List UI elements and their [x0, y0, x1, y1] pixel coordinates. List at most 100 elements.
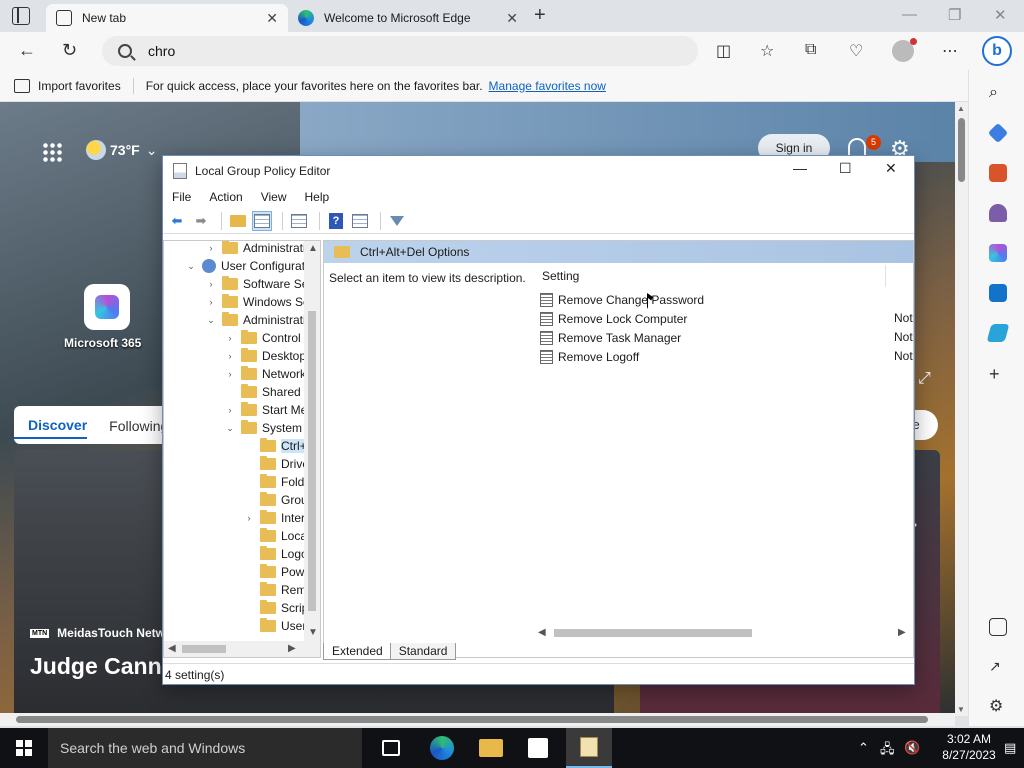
- show-hidden-icons-chevron-icon[interactable]: ⌃: [858, 740, 869, 756]
- tree-node[interactable]: › Windows Sett: [206, 293, 316, 311]
- policy-setting-row[interactable]: Remove Lock Computer: [540, 309, 687, 328]
- policy-setting-row[interactable]: Remove Task Manager: [540, 328, 681, 347]
- filter-button[interactable]: [387, 211, 407, 231]
- address-input-value[interactable]: chro: [148, 43, 175, 59]
- split-screen-icon[interactable]: ◫: [716, 41, 731, 61]
- scrollbar-thumb[interactable]: [308, 311, 316, 611]
- column-header-setting[interactable]: Setting: [536, 265, 886, 287]
- show-hide-tree-button[interactable]: [252, 210, 272, 231]
- tab-welcome-edge[interactable]: Welcome to Microsoft Edge ✕: [288, 4, 528, 32]
- forward-arrow-icon[interactable]: ➡: [191, 211, 211, 231]
- network-icon[interactable]: 🖧: [880, 740, 895, 762]
- file-explorer-icon[interactable]: [479, 739, 503, 757]
- more-options-icon[interactable]: ⋯: [942, 41, 958, 61]
- action-center-icon[interactable]: ▤: [1004, 740, 1016, 756]
- collapse-chevron-icon[interactable]: ⌄: [225, 423, 235, 434]
- browser-essentials-icon[interactable]: ♡: [849, 41, 863, 61]
- tree-node[interactable]: › Software Setti: [206, 275, 318, 293]
- expand-chevron-icon[interactable]: ›: [225, 333, 235, 343]
- details-horizontal-scrollbar[interactable]: ◀ ▶: [536, 625, 912, 641]
- scroll-up-icon[interactable]: ▲: [957, 104, 965, 113]
- export-list-button[interactable]: [289, 211, 309, 231]
- favorites-star-icon[interactable]: ☆: [760, 41, 774, 61]
- restore-window-icon[interactable]: ❐: [948, 6, 961, 24]
- menu-view[interactable]: View: [252, 190, 296, 204]
- drop-send-icon[interactable]: [986, 324, 1010, 342]
- column-header-state[interactable]: [886, 265, 913, 287]
- scroll-left-icon[interactable]: ◀: [168, 643, 176, 654]
- expand-chevron-icon[interactable]: ›: [206, 297, 216, 307]
- edge-taskbar-icon[interactable]: [430, 736, 454, 760]
- expand-icon[interactable]: ⤢: [918, 370, 931, 388]
- expand-chevron-icon[interactable]: ›: [225, 369, 235, 379]
- tab-new-tab[interactable]: New tab ✕: [46, 4, 288, 32]
- close-tab-icon[interactable]: ✕: [506, 10, 518, 27]
- microsoft-365-icon[interactable]: [989, 244, 1007, 262]
- expand-chevron-icon[interactable]: ›: [244, 513, 254, 523]
- tree-node[interactable]: › Desktop: [225, 347, 306, 365]
- collapse-chevron-icon[interactable]: ⌄: [186, 261, 196, 272]
- close-tab-icon[interactable]: ✕: [266, 10, 278, 27]
- import-favorites-button[interactable]: Import favorites: [0, 78, 121, 93]
- tree-node[interactable]: › Administrativ: [206, 241, 312, 257]
- back-arrow-icon[interactable]: ←: [18, 40, 36, 61]
- sidebar-toggle-icon[interactable]: [989, 618, 1007, 636]
- collapse-chevron-icon[interactable]: ⌄: [206, 315, 216, 326]
- games-icon[interactable]: [989, 204, 1007, 222]
- window-title-bar[interactable]: Local Group Policy Editor — ☐ ✕: [163, 156, 914, 186]
- tab-discover[interactable]: Discover: [14, 417, 88, 439]
- quick-link-microsoft-365[interactable]: [84, 284, 130, 330]
- volume-muted-icon[interactable]: 🔇: [904, 740, 920, 756]
- gpedit-taskbar-button[interactable]: [566, 728, 612, 768]
- weather-widget[interactable]: 73°F ⌄: [86, 140, 157, 160]
- up-folder-button[interactable]: [228, 211, 248, 231]
- scroll-down-icon[interactable]: ▼: [957, 705, 965, 714]
- maximize-icon[interactable]: ☐: [839, 160, 852, 177]
- expand-chevron-icon[interactable]: ›: [206, 279, 216, 289]
- expand-chevron-icon[interactable]: ›: [206, 243, 216, 253]
- scrollbar-thumb[interactable]: [16, 716, 928, 723]
- tree-node[interactable]: ⌄ System: [225, 419, 302, 437]
- profile-avatar[interactable]: [892, 38, 917, 62]
- address-bar[interactable]: chro: [102, 36, 698, 66]
- microsoft-store-icon[interactable]: [528, 738, 548, 758]
- tree-node[interactable]: ⌄ User Configuratio: [186, 257, 314, 275]
- close-window-icon[interactable]: ✕: [994, 6, 1007, 24]
- outlook-icon[interactable]: [989, 284, 1007, 302]
- taskbar-search-box[interactable]: Search the web and Windows: [48, 728, 362, 768]
- scroll-left-icon[interactable]: ◀: [538, 627, 546, 638]
- new-tab-button[interactable]: +: [534, 4, 546, 27]
- tree-horizontal-scrollbar[interactable]: ◀ ▶: [164, 641, 320, 657]
- collections-icon[interactable]: ⧉: [805, 41, 816, 59]
- open-external-icon[interactable]: ↗: [989, 658, 1007, 676]
- tree-vertical-scrollbar[interactable]: ▲ ▼: [304, 241, 320, 641]
- tab-following[interactable]: Following: [109, 418, 168, 434]
- windows-start-icon[interactable]: [16, 740, 32, 756]
- page-vertical-scrollbar[interactable]: ▲ ▼: [955, 102, 968, 716]
- system-clock[interactable]: 3:02 AM 8/27/2023: [938, 731, 1000, 763]
- scrollbar-thumb[interactable]: [958, 118, 965, 182]
- tools-briefcase-icon[interactable]: [989, 164, 1007, 182]
- expand-chevron-icon[interactable]: ›: [225, 405, 235, 415]
- refresh-icon[interactable]: ↻: [62, 40, 77, 61]
- search-icon[interactable]: ⌕: [989, 84, 1007, 102]
- close-icon[interactable]: ✕: [885, 160, 897, 177]
- menu-file[interactable]: File: [163, 190, 200, 204]
- help-button[interactable]: ?: [326, 211, 346, 231]
- minimize-icon[interactable]: —: [793, 160, 807, 176]
- sidebar-settings-gear-icon[interactable]: ⚙: [989, 696, 1007, 715]
- scrollbar-thumb[interactable]: [182, 645, 226, 653]
- menu-action[interactable]: Action: [200, 190, 251, 204]
- tab-extended[interactable]: Extended: [323, 643, 392, 660]
- expand-chevron-icon[interactable]: ›: [225, 351, 235, 361]
- scroll-right-icon[interactable]: ▶: [288, 643, 296, 654]
- bing-copilot-icon[interactable]: b: [982, 36, 1012, 66]
- policy-setting-row[interactable]: Remove Logoff: [540, 347, 639, 366]
- shopping-tag-icon[interactable]: [987, 122, 1009, 144]
- back-arrow-icon[interactable]: ⬅: [167, 211, 187, 231]
- properties-view-button[interactable]: [350, 211, 370, 231]
- tree-node[interactable]: › Network: [225, 365, 306, 383]
- scroll-up-icon[interactable]: ▲: [308, 243, 318, 254]
- policy-setting-row[interactable]: Remove Change Password: [540, 290, 704, 309]
- page-horizontal-scrollbar[interactable]: [0, 713, 955, 726]
